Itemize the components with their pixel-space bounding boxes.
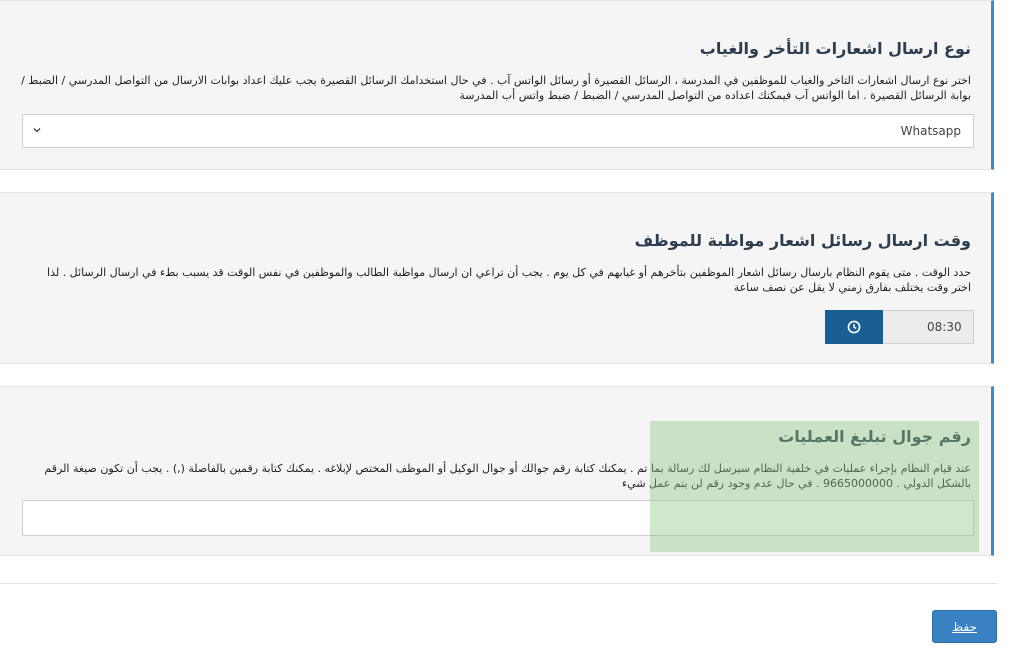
operations-mobile-description: عند قيام النظام بإجراء عمليات في خلفية ا…: [20, 461, 971, 491]
notification-type-description-line2: بوابة الرسائل القصيرة . اما الواتس آب في…: [459, 89, 971, 102]
chevron-down-icon: [33, 128, 41, 133]
send-time-picker: 08:30: [825, 310, 974, 344]
send-time-title: وقت ارسال رسائل اشعار مواظبة للموظف: [634, 231, 971, 250]
send-time-description: حدد الوقت . متى يقوم النظام بارسال رسائل…: [20, 265, 971, 295]
send-time-description-line2: اختر وقت يختلف بفارق زمني لا يقل عن نصف …: [733, 281, 971, 294]
send-time-input[interactable]: 08:30: [883, 310, 974, 344]
operations-mobile-panel: رقم جوال تبليغ العمليات عند قيام النظام …: [0, 386, 994, 556]
clock-button[interactable]: [825, 310, 883, 344]
notification-type-selected-value: Whatsapp: [900, 124, 961, 138]
save-button[interactable]: حفظ: [932, 610, 997, 643]
operations-mobile-title: رقم جوال تبليغ العمليات: [778, 427, 971, 446]
send-time-panel: وقت ارسال رسائل اشعار مواظبة للموظف حدد …: [0, 192, 994, 364]
notification-type-title: نوع ارسال اشعارات التأخر والغياب: [699, 39, 971, 58]
notification-type-panel: نوع ارسال اشعارات التأخر والغياب اختر نو…: [0, 0, 994, 170]
operations-mobile-input[interactable]: [22, 500, 974, 536]
operations-mobile-description-line1: عند قيام النظام بإجراء عمليات في خلفية ا…: [44, 462, 971, 475]
notification-type-description: اختر نوع ارسال اشعارات التاخر والغياب لل…: [20, 73, 971, 103]
send-time-description-line1: حدد الوقت . متى يقوم النظام بارسال رسائل…: [47, 266, 971, 279]
footer-divider: [0, 583, 997, 584]
notification-type-description-line1: اختر نوع ارسال اشعارات التاخر والغياب لل…: [21, 74, 971, 87]
operations-mobile-description-line2: بالشكل الدولي . 9665000000 . في حال عدم …: [622, 477, 971, 490]
notification-type-select[interactable]: Whatsapp: [22, 114, 974, 148]
clock-icon: [847, 320, 861, 334]
